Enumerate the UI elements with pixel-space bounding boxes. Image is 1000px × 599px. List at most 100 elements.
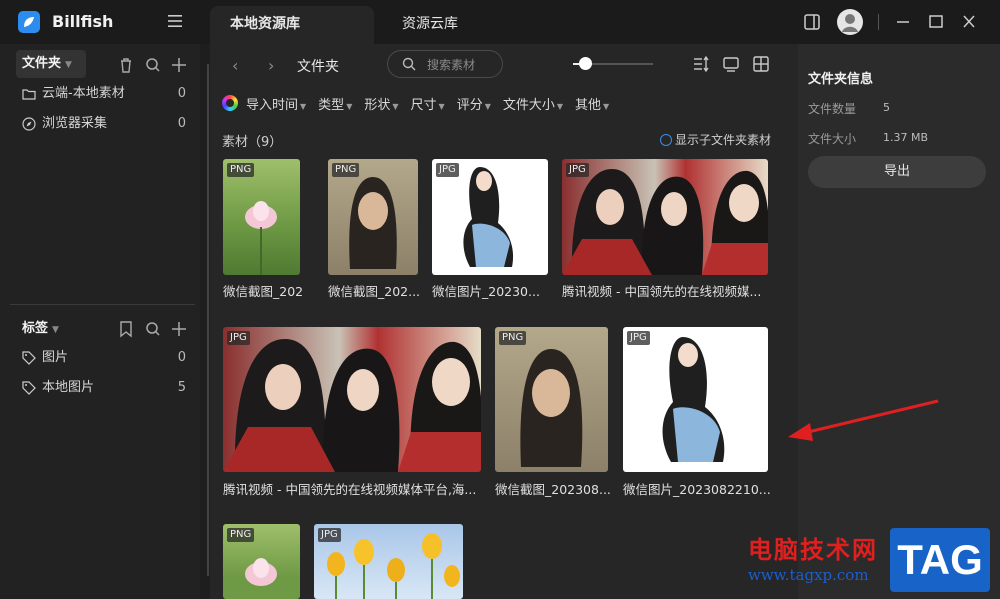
filter-shape[interactable]: 形状 ▼ bbox=[364, 94, 398, 113]
asset-thumbnail: JPG bbox=[432, 159, 548, 275]
format-badge: JPG bbox=[318, 528, 341, 542]
show-subfolder-toggle[interactable]: 显示子文件夹素材 bbox=[660, 131, 771, 148]
compass-icon bbox=[22, 116, 36, 131]
chevron-down-icon: ▼ bbox=[603, 101, 610, 111]
app-logo-icon bbox=[18, 11, 40, 33]
filter-import-time[interactable]: 导入时间 ▼ bbox=[246, 94, 306, 113]
chevron-down-icon: ▼ bbox=[392, 101, 399, 111]
annotation-arrow bbox=[788, 399, 939, 441]
filter-label: 文件大小 bbox=[502, 97, 555, 113]
check-circle-icon bbox=[660, 134, 672, 146]
asset-caption: 腾讯视频 - 中国领先的在线视频媒体平台,海... bbox=[223, 482, 477, 497]
chevron-down-icon: ▼ bbox=[484, 101, 491, 111]
asset-thumbnail: PNG bbox=[223, 524, 300, 599]
sort-icon[interactable] bbox=[692, 55, 710, 73]
asset-caption: 腾讯视频 - 中国领先的在线视频媒... bbox=[562, 284, 762, 299]
file-count-label: 文件数量 bbox=[808, 102, 857, 116]
format-badge: PNG bbox=[332, 163, 360, 177]
filter-file-size[interactable]: 文件大小 ▼ bbox=[503, 94, 563, 113]
minimize-icon[interactable] bbox=[895, 12, 911, 32]
search-icon[interactable] bbox=[145, 56, 161, 74]
sidebar-item-tag-images[interactable]: 图片 0 bbox=[22, 347, 190, 369]
sidebar-resize-handle[interactable] bbox=[207, 64, 209, 576]
chevron-down-icon: ▼ bbox=[65, 60, 72, 70]
asset-thumbnail: JPG bbox=[562, 159, 768, 275]
maximize-icon[interactable] bbox=[928, 12, 944, 32]
title-divider bbox=[878, 14, 879, 30]
asset-caption: 微信截图_202... bbox=[328, 284, 421, 299]
back-arrow-icon[interactable]: ‹ bbox=[232, 56, 238, 75]
section-divider[interactable] bbox=[10, 304, 195, 305]
sidebar-item-label: 浏览器采集 bbox=[42, 116, 108, 131]
tab-cloud-library[interactable]: 资源云库 bbox=[382, 6, 478, 44]
search-icon[interactable] bbox=[145, 320, 161, 338]
watermark: 电脑技术网 www.tagxp.com TAG bbox=[740, 528, 998, 596]
filter-bar: 导入时间 ▼ 类型 ▼ 形状 ▼ 尺寸 ▼ 评分 ▼ 文件大小 ▼ 其他 ▼ bbox=[222, 93, 621, 113]
filter-rating[interactable]: 评分 ▼ bbox=[457, 94, 491, 113]
display-mode-icon[interactable] bbox=[722, 55, 740, 73]
bookmark-icon[interactable] bbox=[118, 320, 134, 338]
app-window: Billfish 本地资源库 资源云库 文件夹 ▼ 云端-本地素材 0 浏览器采集 bbox=[0, 0, 1000, 599]
forward-arrow-icon[interactable]: › bbox=[268, 56, 274, 75]
app-name: Billfish bbox=[52, 12, 114, 31]
search-placeholder: 搜索素材 bbox=[427, 58, 476, 72]
sidebar-item-label: 本地图片 bbox=[42, 380, 95, 395]
export-button[interactable]: 导出 bbox=[808, 156, 986, 188]
filter-label: 评分 bbox=[456, 97, 483, 113]
sidebar-item-count: 0 bbox=[177, 350, 186, 365]
filter-label: 尺寸 bbox=[410, 97, 437, 113]
folder-section-header[interactable]: 文件夹 ▼ bbox=[16, 50, 86, 78]
watermark-site-name: 电脑技术网 bbox=[748, 535, 878, 564]
asset-thumbnail: PNG bbox=[328, 159, 418, 275]
asset-thumbnail: JPG bbox=[314, 524, 463, 599]
filter-label: 形状 bbox=[364, 97, 391, 113]
chevron-down-icon: ▼ bbox=[52, 325, 59, 335]
add-folder-icon[interactable] bbox=[171, 56, 187, 74]
sidebar-item-label: 图片 bbox=[42, 350, 69, 365]
tags-section-label: 标签 bbox=[22, 321, 49, 336]
asset-thumbnail: PNG bbox=[495, 327, 608, 472]
sidebar-item-tag-local-images[interactable]: 本地图片 5 bbox=[22, 377, 190, 399]
slider-handle[interactable] bbox=[579, 57, 592, 70]
avatar[interactable] bbox=[837, 9, 863, 35]
sidebar-item-browser-collect[interactable]: 浏览器采集 0 bbox=[22, 113, 190, 135]
search-icon bbox=[402, 57, 416, 71]
add-tag-icon[interactable] bbox=[171, 320, 187, 338]
layout-grid-icon[interactable] bbox=[752, 55, 770, 73]
format-badge: PNG bbox=[227, 528, 255, 542]
cloud-folder-icon bbox=[22, 88, 36, 100]
close-icon[interactable] bbox=[961, 12, 977, 32]
tag-icon bbox=[22, 380, 36, 395]
search-input[interactable]: 搜索素材 bbox=[387, 50, 503, 78]
title-bar: Billfish 本地资源库 资源云库 bbox=[0, 0, 1000, 44]
folder-info-panel: 文件夹信息 文件数量 5 文件大小 1.37 MB 导出 bbox=[798, 44, 1000, 599]
format-badge: JPG bbox=[566, 163, 589, 177]
toggle-panel-icon[interactable] bbox=[803, 12, 821, 32]
tag-icon bbox=[22, 350, 36, 365]
sidebar-item-count: 0 bbox=[177, 86, 186, 101]
format-badge: PNG bbox=[227, 163, 255, 177]
tab-local-library[interactable]: 本地资源库 bbox=[210, 6, 374, 44]
format-badge: JPG bbox=[436, 163, 459, 177]
filter-type[interactable]: 类型 ▼ bbox=[318, 94, 352, 113]
sidebar-item-cloud-local[interactable]: 云端-本地素材 0 bbox=[22, 83, 190, 105]
filter-other[interactable]: 其他 ▼ bbox=[575, 94, 609, 113]
chevron-down-icon: ▼ bbox=[300, 101, 307, 111]
breadcrumb: 文件夹 bbox=[297, 59, 339, 75]
asset-thumbnail: JPG bbox=[223, 327, 481, 472]
filter-label: 导入时间 bbox=[246, 97, 299, 113]
format-badge: JPG bbox=[227, 331, 250, 345]
hamburger-menu-icon[interactable] bbox=[166, 12, 184, 30]
filter-size[interactable]: 尺寸 ▼ bbox=[411, 94, 445, 113]
panel-title: 文件夹信息 bbox=[808, 72, 874, 87]
chevron-down-icon: ▼ bbox=[438, 101, 445, 111]
tags-section-header[interactable]: 标签 ▼ bbox=[16, 315, 86, 343]
color-filter-icon[interactable] bbox=[222, 95, 238, 111]
filter-label: 类型 bbox=[318, 97, 345, 113]
filter-label: 其他 bbox=[575, 97, 602, 113]
asset-caption: 微信图片_20230... bbox=[432, 284, 540, 299]
trash-icon[interactable] bbox=[118, 56, 134, 74]
format-badge: PNG bbox=[499, 331, 527, 345]
asset-caption: 微信截图_202... bbox=[223, 284, 303, 299]
folder-section-label: 文件夹 bbox=[22, 56, 62, 71]
